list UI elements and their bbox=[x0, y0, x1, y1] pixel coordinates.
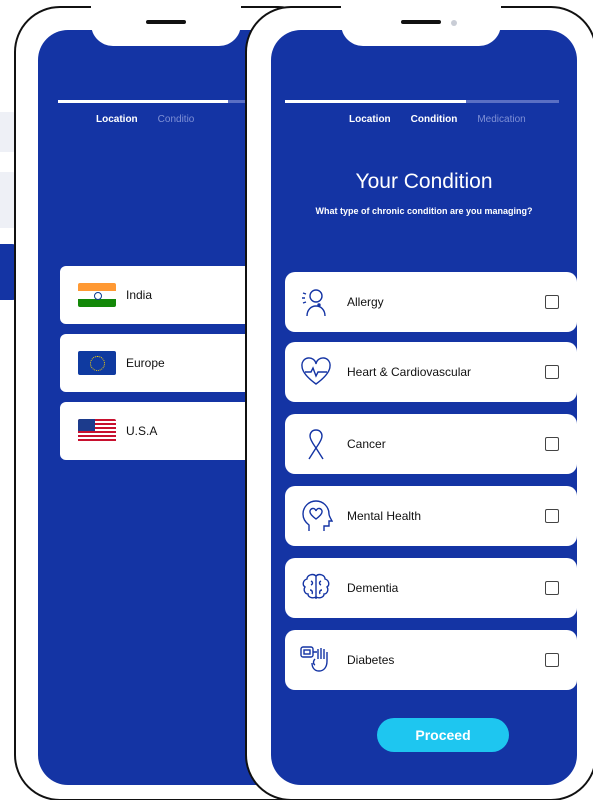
condition-checkbox[interactable] bbox=[545, 581, 559, 595]
condition-label: Heart & Cardiovascular bbox=[347, 365, 472, 379]
condition-screen: Location Condition Medication Your Condi… bbox=[271, 30, 577, 785]
ribbon-icon bbox=[299, 427, 333, 461]
progress-fill bbox=[58, 100, 228, 103]
condition-checkbox[interactable] bbox=[545, 653, 559, 667]
phone-notch bbox=[91, 6, 241, 46]
progress-fill bbox=[285, 100, 466, 103]
step-location[interactable]: Location bbox=[96, 114, 138, 125]
speaker-icon bbox=[146, 20, 186, 24]
condition-label: Mental Health bbox=[347, 509, 422, 523]
mental-health-icon bbox=[299, 499, 333, 533]
condition-checkbox[interactable] bbox=[545, 295, 559, 309]
progress-track bbox=[285, 100, 559, 103]
condition-option-cancer[interactable]: Cancer bbox=[285, 414, 577, 474]
condition-checkbox[interactable] bbox=[545, 437, 559, 451]
condition-checkbox[interactable] bbox=[545, 365, 559, 379]
location-label: Europe bbox=[126, 356, 165, 370]
front-phone-frame: Location Condition Medication Your Condi… bbox=[245, 6, 593, 800]
condition-label: Diabetes bbox=[347, 653, 395, 667]
allergy-icon bbox=[299, 285, 333, 319]
condition-label: Dementia bbox=[347, 581, 399, 595]
brain-icon bbox=[299, 571, 333, 605]
step-medication[interactable]: Medication bbox=[477, 114, 525, 125]
condition-label: Cancer bbox=[347, 437, 386, 451]
step-tabs: Location Conditio bbox=[96, 114, 214, 125]
condition-checkbox[interactable] bbox=[545, 509, 559, 523]
step-condition[interactable]: Conditio bbox=[158, 114, 195, 125]
condition-option-allergy[interactable]: Allergy bbox=[285, 272, 577, 332]
condition-label: Allergy bbox=[347, 295, 384, 309]
step-tabs: Location Condition Medication bbox=[349, 114, 546, 125]
europe-flag-icon bbox=[78, 351, 116, 375]
condition-option-heart[interactable]: Heart & Cardiovascular bbox=[285, 342, 577, 402]
camera-icon bbox=[451, 20, 457, 26]
glucose-meter-icon bbox=[299, 643, 333, 677]
speaker-icon bbox=[401, 20, 441, 24]
step-condition[interactable]: Condition bbox=[411, 114, 458, 125]
india-flag-icon bbox=[78, 283, 116, 307]
page-title: Your Condition bbox=[355, 170, 493, 193]
heart-icon bbox=[299, 355, 333, 389]
location-label: India bbox=[126, 288, 153, 302]
usa-flag-icon bbox=[78, 419, 116, 443]
phone-notch bbox=[341, 6, 501, 46]
condition-option-dementia[interactable]: Dementia bbox=[285, 558, 577, 618]
page-subtitle: What type of chronic condition are you m… bbox=[315, 206, 533, 216]
location-label: U.S.A bbox=[126, 424, 158, 438]
proceed-button[interactable]: Proceed bbox=[377, 718, 509, 752]
step-location[interactable]: Location bbox=[349, 114, 391, 125]
condition-option-mental-health[interactable]: Mental Health bbox=[285, 486, 577, 546]
condition-option-diabetes[interactable]: Diabetes bbox=[285, 630, 577, 690]
